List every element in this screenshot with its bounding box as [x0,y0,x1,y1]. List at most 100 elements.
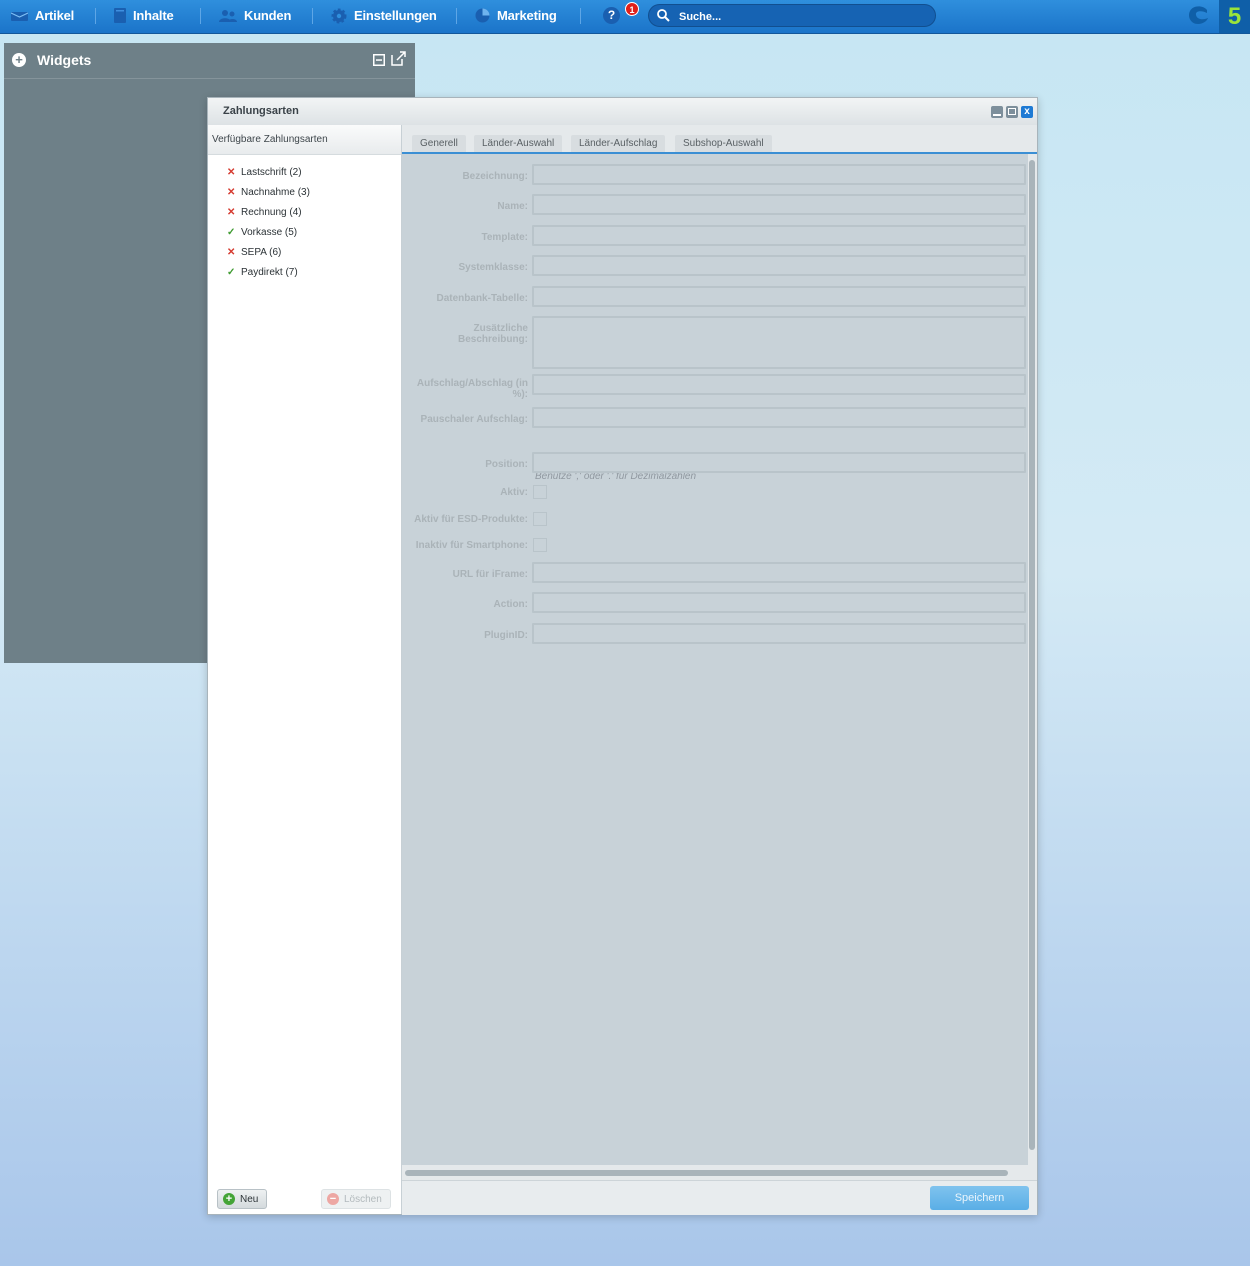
name-field[interactable] [532,194,1026,215]
tree-header: Verfügbare Zahlungsarten [208,125,401,155]
nav-label-marketing: Marketing [497,8,557,23]
users-icon [219,9,237,22]
field-label: Pauschaler Aufschlag: [420,414,528,425]
inactive-cross-icon: ✕ [227,246,236,258]
nav-divider [580,8,581,24]
field-label: PluginID: [484,630,528,641]
search-icon [657,9,670,22]
new-button[interactable]: + Neu [217,1189,267,1209]
tab-laender-aufschlag[interactable]: Länder-Aufschlag [571,135,666,152]
list-item-label: Rechnung (4) [241,206,302,218]
nav-divider [200,8,201,24]
gear-icon [331,8,347,23]
delete-button[interactable]: − Löschen [321,1189,391,1209]
external-link-icon[interactable] [391,51,406,66]
window-header[interactable]: Zahlungsarten x [208,98,1037,126]
field-label: Zusätzliche Beschreibung: [457,323,528,345]
horizontal-scrollbar[interactable] [405,1170,1008,1176]
delete-button-label: Löschen [344,1193,382,1205]
list-item-label: Nachnahme (3) [241,186,310,198]
inaktiv-smartphone-checkbox[interactable] [533,538,547,552]
help-icon[interactable]: ? [603,7,620,24]
list-item[interactable]: ✕ Rechnung (4) [208,202,401,222]
active-check-icon: ✓ [227,266,236,278]
field-label: Inaktiv für Smartphone: [415,540,528,551]
list-item-label: Lastschrift (2) [241,166,302,178]
payment-form-panel: Generell Länder-Auswahl Länder-Aufschlag… [402,125,1037,1215]
widgets-title: Widgets [37,52,92,68]
active-check-icon: ✓ [227,226,236,238]
version-badge: 5 [1219,0,1250,33]
list-item[interactable]: ✓ Vorkasse (5) [208,222,401,242]
tab-generell[interactable]: Generell [412,135,466,152]
window-minimize-icon[interactable] [991,106,1003,118]
field-label: Action: [493,599,528,610]
remove-icon: − [327,1193,339,1205]
aktiv-esd-checkbox[interactable] [533,512,547,526]
notification-badge[interactable]: 1 [625,2,639,16]
datenbank-tabelle-field[interactable] [532,286,1026,307]
search-box[interactable] [648,4,936,27]
widgets-header: + Widgets [4,43,415,79]
minimize-icon[interactable] [373,54,385,66]
top-navigation-bar: Artikel Inhalte Kunden Einstellungen Mar… [0,0,1250,34]
document-icon [114,8,126,23]
form-area: Bezeichnung: Name: Template: Systemklass… [402,154,1028,1165]
beschreibung-textarea[interactable] [532,316,1026,369]
inactive-cross-icon: ✕ [227,186,236,198]
nav-divider [312,8,313,24]
list-item[interactable]: ✕ SEPA (6) [208,242,401,262]
field-label: Aktiv für ESD-Produkte: [414,514,528,525]
nav-item-einstellungen[interactable]: Einstellungen [331,0,437,31]
field-label: Name: [497,201,528,212]
list-item-label: SEPA (6) [241,246,282,258]
search-input[interactable] [677,7,931,26]
systemklasse-field[interactable] [532,255,1026,276]
vertical-scrollbar[interactable] [1029,160,1035,1150]
list-item[interactable]: ✓ Paydirekt (7) [208,262,401,282]
save-button[interactable]: Speichern [930,1186,1029,1210]
package-icon [11,11,28,21]
nav-label-artikel: Artikel [35,8,75,23]
field-label: Aktiv: [500,487,528,498]
payment-methods-tree-panel: Verfügbare Zahlungsarten ✕ Lastschrift (2… [208,125,402,1214]
field-label: Bezeichnung: [462,171,528,182]
tab-bar: Generell Länder-Auswahl Länder-Aufschlag… [402,125,1037,154]
field-label: Systemklasse: [458,262,529,273]
inactive-cross-icon: ✕ [227,166,236,178]
template-field[interactable] [532,225,1026,246]
payment-methods-window: Zahlungsarten x Verfügbare Zahlungsarten… [207,97,1038,1215]
url-iframe-field[interactable] [532,562,1026,583]
field-label: Datenbank-Tabelle: [436,293,529,304]
payment-methods-list: ✕ Lastschrift (2) ✕ Nachnahme (3) ✕ Rechnun… [208,162,401,282]
field-label: Aufschlag/Abschlag (in %): [416,378,528,400]
tab-laender-auswahl[interactable]: Länder-Auswahl [474,135,563,152]
field-label: Position: [485,459,528,470]
tab-subshop-auswahl[interactable]: Subshop-Auswahl [675,135,772,152]
tree-title: Verfügbare Zahlungsarten [212,134,328,145]
bezeichnung-field[interactable] [532,164,1026,185]
aufschlag-field[interactable] [532,374,1026,395]
list-item[interactable]: ✕ Nachnahme (3) [208,182,401,202]
list-item-label: Vorkasse (5) [241,226,298,238]
nav-item-kunden[interactable]: Kunden [219,0,291,31]
inactive-cross-icon: ✕ [227,206,236,218]
add-icon: + [223,1193,235,1205]
nav-item-marketing[interactable]: Marketing [475,0,557,31]
nav-item-artikel[interactable]: Artikel [11,0,74,31]
action-field[interactable] [532,592,1026,613]
nav-label-inhalte: Inhalte [133,8,174,23]
window-maximize-icon[interactable] [1006,106,1018,118]
pluginid-field[interactable] [532,623,1026,644]
nav-divider [456,8,457,24]
list-item[interactable]: ✕ Lastschrift (2) [208,162,401,182]
shopware-logo-icon[interactable] [1185,4,1211,28]
list-item-label: Paydirekt (7) [241,266,298,278]
position-field[interactable] [532,452,1026,473]
window-close-icon[interactable]: x [1021,106,1033,118]
add-widget-icon[interactable]: + [12,53,26,67]
pauschal-field[interactable] [532,407,1026,428]
pie-chart-icon [475,8,490,23]
aktiv-checkbox[interactable] [533,485,547,499]
nav-item-inhalte[interactable]: Inhalte [114,0,174,31]
